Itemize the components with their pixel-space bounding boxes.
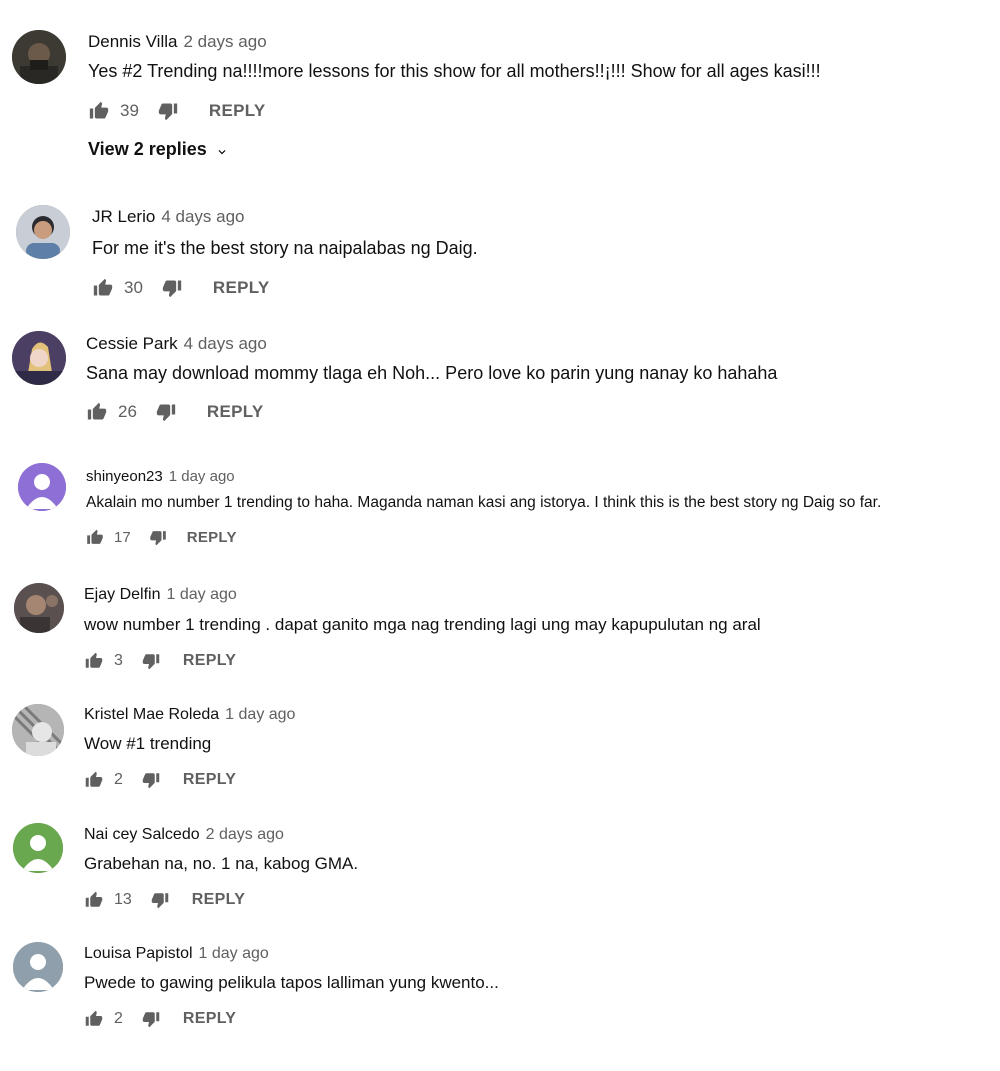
thumb-down-icon[interactable]: [141, 1010, 161, 1028]
like-count: 2: [114, 771, 123, 788]
thumb-up-icon[interactable]: [88, 101, 110, 121]
comment-actions: 26 REPLY: [86, 402, 264, 422]
timestamp[interactable]: 1 day ago: [199, 945, 269, 962]
thumb-up-icon[interactable]: [84, 652, 104, 670]
like-count: 3: [114, 652, 123, 669]
comment-actions: 2 REPLY: [84, 1010, 236, 1028]
timestamp[interactable]: 1 day ago: [169, 468, 235, 485]
comment-header: Louisa Papistol 1 day ago: [84, 945, 269, 963]
view-replies-button[interactable]: View 2 replies: [88, 139, 229, 160]
view-replies-label: View 2 replies: [88, 139, 207, 159]
author-name[interactable]: Kristel Mae Roleda: [84, 706, 219, 723]
comment-header: JR Lerio 4 days ago: [92, 207, 245, 227]
comment-actions: 3 REPLY: [84, 652, 236, 670]
thumb-up-icon[interactable]: [84, 891, 104, 909]
comment-header: Nai cey Salcedo 2 days ago: [84, 826, 284, 844]
timestamp[interactable]: 4 days ago: [184, 334, 267, 353]
thumb-up-icon[interactable]: [84, 1010, 104, 1028]
author-name[interactable]: Cessie Park: [86, 334, 178, 353]
comment-text: Sana may download mommy tlaga eh Noh... …: [86, 363, 778, 383]
comment-text: Yes #2 Trending na!!!!more lessons for t…: [88, 61, 821, 81]
comment-header: Kristel Mae Roleda 1 day ago: [84, 706, 295, 724]
like-count: 17: [114, 529, 131, 546]
reply-button[interactable]: REPLY: [187, 529, 237, 546]
avatar[interactable]: [13, 823, 63, 873]
like-count: 13: [114, 891, 132, 908]
comment-header: shinyeon23 1 day ago: [86, 468, 235, 485]
comment-header: Dennis Villa 2 days ago: [88, 32, 267, 52]
thumb-down-icon[interactable]: [155, 402, 177, 422]
timestamp[interactable]: 1 day ago: [225, 706, 295, 723]
thumb-down-icon[interactable]: [141, 771, 161, 789]
thumb-down-icon[interactable]: [157, 101, 179, 121]
timestamp[interactable]: 2 days ago: [183, 32, 266, 51]
author-name[interactable]: Nai cey Salcedo: [84, 826, 200, 843]
comment-actions: 13 REPLY: [84, 891, 245, 909]
reply-button[interactable]: REPLY: [213, 278, 270, 298]
comment-header: Cessie Park 4 days ago: [86, 334, 267, 354]
avatar[interactable]: [14, 583, 64, 633]
like-count: 30: [124, 278, 143, 297]
reply-button[interactable]: REPLY: [183, 771, 236, 789]
avatar[interactable]: [12, 704, 64, 756]
avatar[interactable]: [12, 30, 66, 84]
comment-text: Grabehan na, no. 1 na, kabog GMA.: [84, 854, 359, 873]
comment-actions: 17 REPLY: [86, 529, 237, 546]
comment-actions: 39 REPLY: [88, 101, 266, 121]
thumb-up-icon[interactable]: [92, 278, 114, 298]
reply-button[interactable]: REPLY: [192, 891, 245, 909]
timestamp[interactable]: 4 days ago: [161, 207, 244, 226]
like-count: 2: [114, 1010, 123, 1027]
comment-text: Pwede to gawing pelikula tapos lalliman …: [84, 973, 499, 992]
thumb-down-icon[interactable]: [141, 652, 161, 670]
author-name[interactable]: Louisa Papistol: [84, 945, 193, 962]
author-name[interactable]: shinyeon23: [86, 468, 163, 485]
avatar[interactable]: [13, 942, 63, 992]
reply-button[interactable]: REPLY: [209, 101, 266, 121]
comment-text: wow number 1 trending . dapat ganito mga…: [84, 615, 761, 634]
thumb-down-icon[interactable]: [149, 529, 167, 546]
thumb-up-icon[interactable]: [84, 771, 104, 789]
thumb-down-icon[interactable]: [161, 278, 183, 298]
author-name[interactable]: JR Lerio: [92, 207, 155, 226]
author-name[interactable]: Ejay Delfin: [84, 586, 160, 603]
timestamp[interactable]: 1 day ago: [166, 586, 236, 603]
like-count: 39: [120, 101, 139, 120]
thumb-down-icon[interactable]: [150, 891, 170, 909]
comment-text: Akalain mo number 1 trending to haha. Ma…: [86, 494, 882, 511]
thumb-up-icon[interactable]: [86, 402, 108, 422]
comment-text: For me it's the best story na naipalabas…: [92, 238, 478, 258]
author-name[interactable]: Dennis Villa: [88, 32, 177, 51]
reply-button[interactable]: REPLY: [183, 652, 236, 670]
like-count: 26: [118, 402, 137, 421]
thumb-up-icon[interactable]: [86, 529, 104, 546]
comment-header: Ejay Delfin 1 day ago: [84, 586, 237, 604]
reply-button[interactable]: REPLY: [183, 1010, 236, 1028]
reply-button[interactable]: REPLY: [207, 402, 264, 422]
chevron-down-icon: [215, 143, 229, 157]
timestamp[interactable]: 2 days ago: [206, 826, 284, 843]
avatar[interactable]: [16, 205, 70, 259]
comment-text: Wow #1 trending: [84, 734, 212, 753]
comment-actions: 2 REPLY: [84, 771, 236, 789]
comment-actions: 30 REPLY: [92, 278, 270, 298]
avatar[interactable]: [18, 463, 66, 511]
avatar[interactable]: [12, 331, 66, 385]
